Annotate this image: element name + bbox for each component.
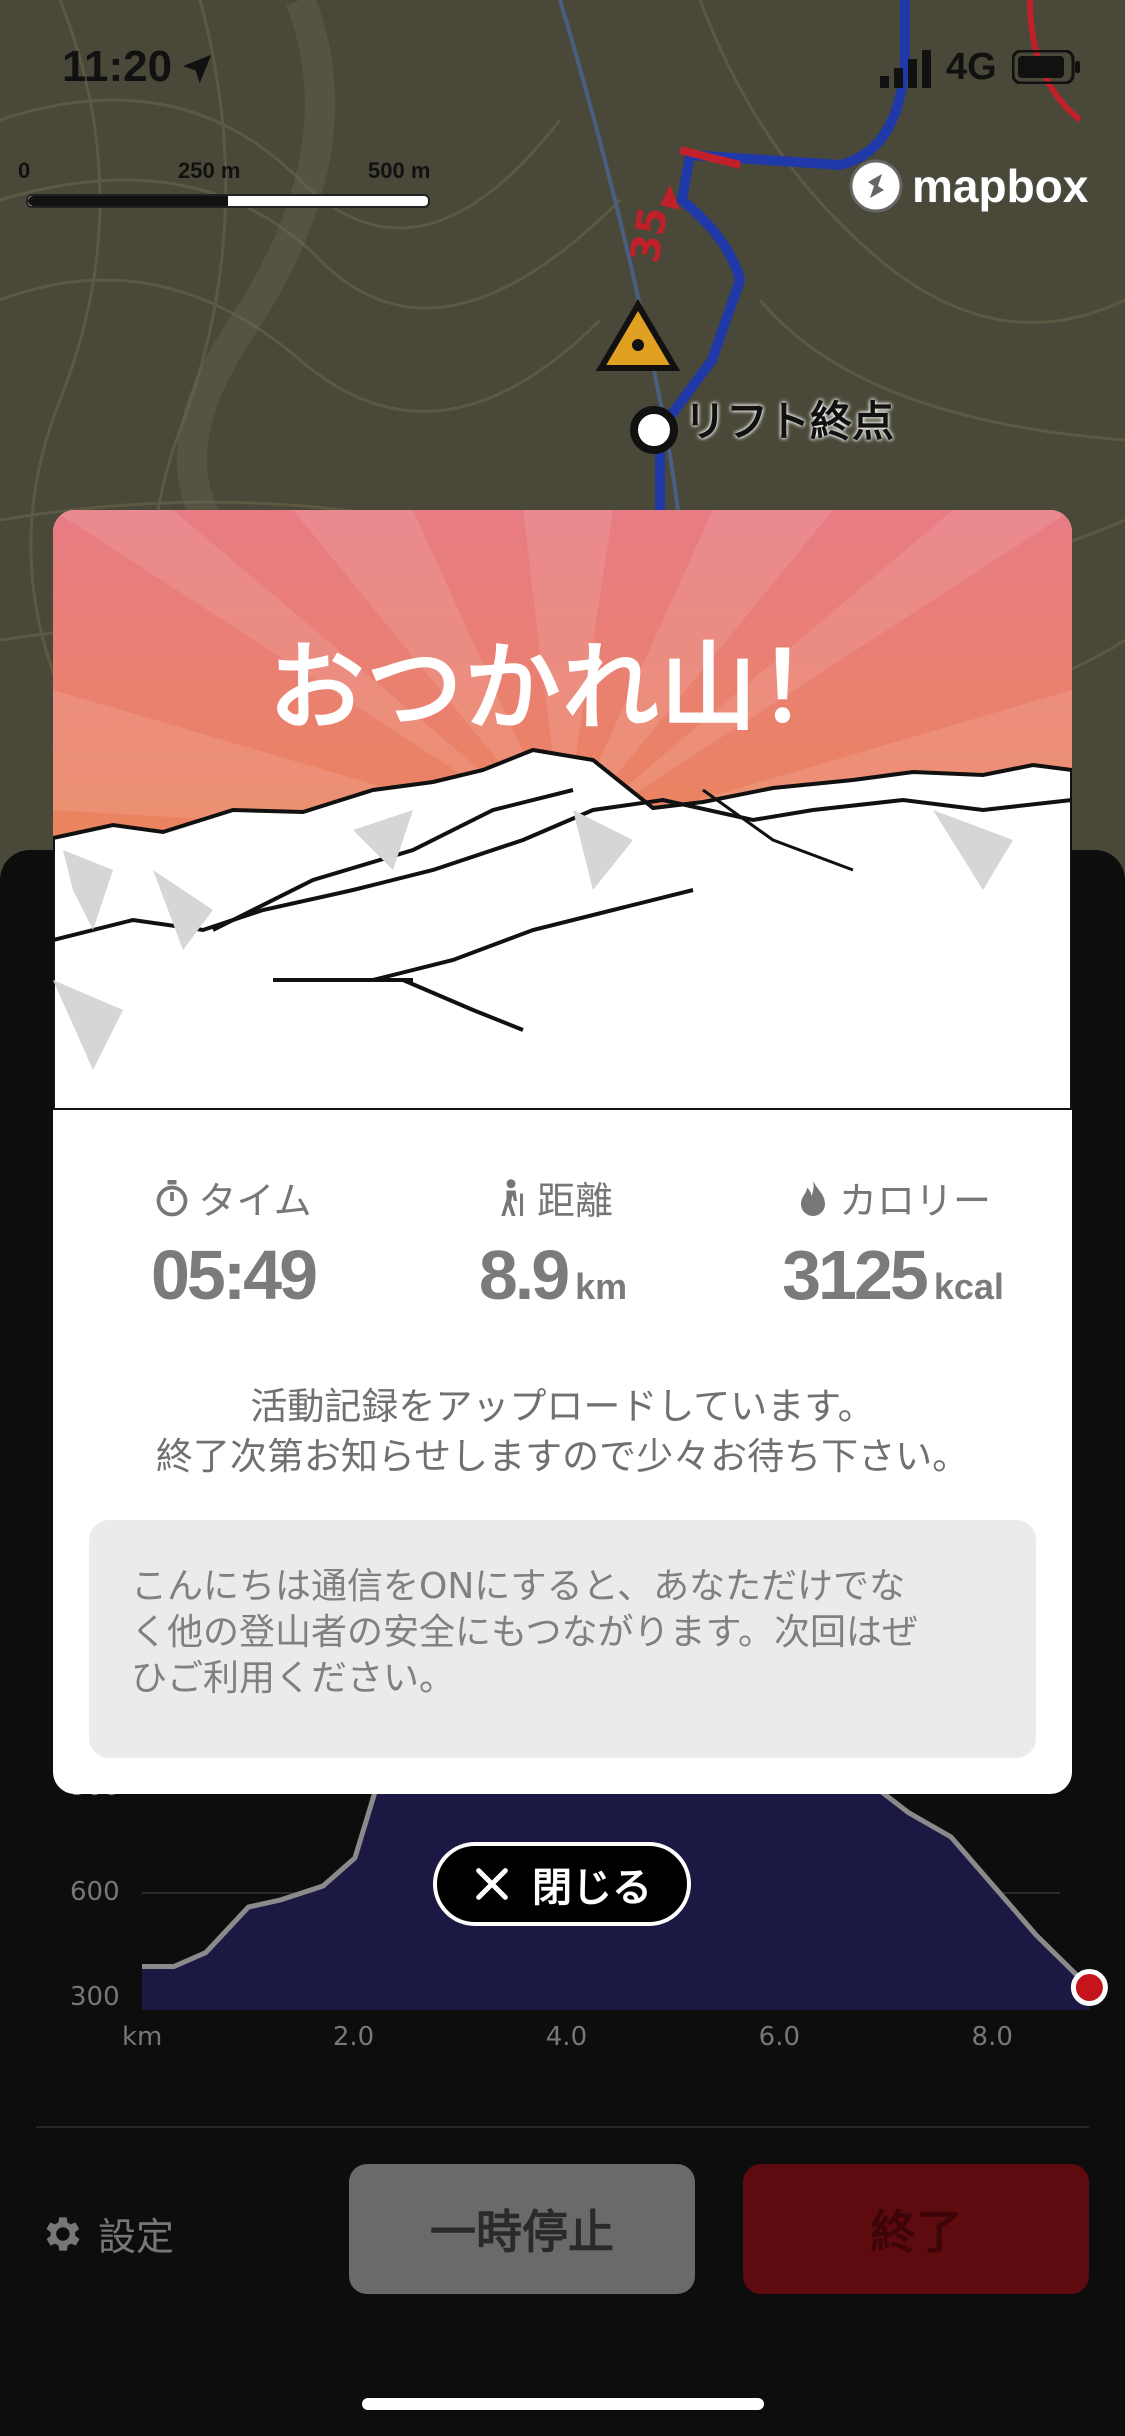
settings-button[interactable]: 設定	[38, 2206, 174, 2261]
y-tick-label: 600	[70, 1877, 120, 1907]
settings-label: 設定	[98, 2215, 175, 2259]
location-arrow-icon	[182, 54, 212, 84]
signal-icon	[880, 50, 931, 88]
x-axis-label: km	[122, 2022, 163, 2052]
upload-message-line1: 活動記録をアップロードしています。	[250, 1385, 875, 1428]
y-tick-label: 300	[70, 1982, 120, 2012]
status-bar: 11:20 4G	[0, 42, 1125, 102]
mapbox-logo-icon	[849, 159, 903, 213]
stat-calories-value: 3125	[782, 1236, 929, 1314]
stat-distance-unit: km	[575, 1266, 628, 1307]
scale-bar	[26, 194, 430, 208]
stat-time: タイム 05:49	[73, 1170, 393, 1315]
notice-line3: ひご利用ください。	[131, 1658, 456, 1699]
stat-distance: 距離 8.9 km	[393, 1170, 713, 1315]
flame-icon	[800, 1179, 825, 1216]
stat-calories-label: カロリー	[838, 1179, 991, 1223]
scale-label-0: 0	[18, 158, 31, 183]
close-button-label: 閉じる	[532, 1865, 652, 1911]
battery-icon	[1012, 50, 1080, 84]
upload-message: 活動記録をアップロードしています。 終了次第お知らせしますので少々お待ち下さい。	[53, 1382, 1072, 1482]
mapbox-attribution[interactable]: mapbox	[848, 158, 1088, 214]
x-tick-label: 8.0	[971, 2022, 1013, 2052]
connectivity-notice: こんにちは通信をONにすると、あなただけでな く他の登山者の安全にもつながります…	[89, 1520, 1036, 1758]
pause-button[interactable]: 一時停止	[349, 2164, 695, 2294]
modal-title: おつかれ山！	[268, 632, 857, 744]
stat-calories: カロリー 3125 kcal	[733, 1170, 1053, 1315]
hiker-icon	[501, 1178, 523, 1216]
gear-icon	[46, 2216, 80, 2251]
stat-distance-label: 距離	[536, 1179, 613, 1223]
network-type: 4G	[946, 46, 997, 88]
summary-modal: おつかれ山！ タイム 05:49 距離 8.9 km カロリー 3125 kcal …	[53, 510, 1072, 1794]
scale-label-250: 250 m	[178, 158, 241, 183]
close-icon	[476, 1868, 508, 1900]
end-button[interactable]: 終了	[743, 2164, 1089, 2294]
stat-time-value: 05:49	[150, 1236, 318, 1314]
notice-line2: く他の登山者の安全にもつながります。次回はぜ	[131, 1612, 918, 1653]
mapbox-text: mapbox	[912, 160, 1089, 212]
stopwatch-icon	[157, 1179, 188, 1216]
clock: 11:20	[62, 42, 173, 91]
lift-end-marker[interactable]	[630, 406, 678, 454]
stat-distance-value: 8.9	[478, 1236, 570, 1314]
x-tick-label: 6.0	[758, 2022, 801, 2052]
scale-label-500: 500 m	[368, 158, 431, 183]
divider	[36, 2126, 1089, 2128]
current-position-marker	[1070, 1969, 1108, 2006]
map-scale: 0 250 m 500 m	[18, 158, 438, 208]
close-button[interactable]: 閉じる	[433, 1842, 691, 1926]
hero-banner	[53, 510, 1072, 1110]
stats-row: タイム 05:49 距離 8.9 km カロリー 3125 kcal	[53, 1170, 1072, 1330]
upload-message-line2: 終了次第お知らせしますので少々お待ち下さい。	[155, 1435, 970, 1478]
notice-line1: こんにちは通信をONにすると、あなただけでな	[131, 1566, 906, 1607]
x-tick-label: 2.0	[332, 2022, 375, 2052]
route-number: 35	[622, 203, 678, 267]
x-tick-label: 4.0	[545, 2022, 588, 2052]
lift-end-label: リフト終点	[684, 397, 895, 446]
stat-time-label: タイム	[198, 1179, 312, 1223]
home-indicator[interactable]	[362, 2398, 764, 2410]
stat-calories-unit: kcal	[933, 1266, 1004, 1307]
